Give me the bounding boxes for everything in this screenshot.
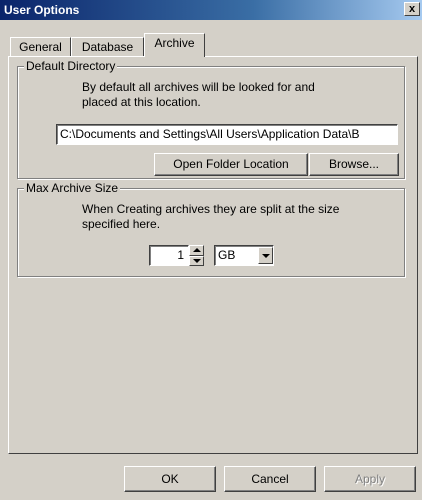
close-icon: x — [408, 3, 416, 15]
window-title: User Options — [4, 3, 80, 17]
max-archive-size-group: Max Archive Size When Creating archives … — [17, 181, 405, 277]
tab-general[interactable]: General — [10, 37, 71, 57]
max-archive-size-description-line2: specified here. — [82, 217, 161, 231]
default-directory-legend: Default Directory — [24, 59, 118, 73]
ok-button[interactable]: OK — [124, 466, 216, 492]
browse-button[interactable]: Browse... — [309, 153, 399, 176]
spin-down-button[interactable] — [189, 256, 204, 266]
default-directory-group: Default Directory By default all archive… — [17, 59, 405, 179]
cancel-button[interactable]: Cancel — [224, 466, 316, 492]
tab-general-label: General — [19, 40, 62, 54]
tab-archive-label: Archive — [154, 36, 195, 50]
spin-up-button[interactable] — [189, 245, 204, 256]
default-directory-path-field[interactable]: C:\Documents and Settings\All Users\Appl… — [56, 124, 398, 145]
title-bar[interactable]: User Options x — [0, 0, 422, 20]
chevron-down-icon — [262, 254, 270, 258]
close-button[interactable]: x — [404, 2, 420, 16]
size-unit-value: GB — [218, 248, 236, 262]
max-archive-size-legend: Max Archive Size — [24, 181, 121, 195]
tab-archive[interactable]: Archive — [144, 33, 205, 57]
tab-database-label: Database — [81, 40, 134, 54]
archive-tab-panel: Default Directory By default all archive… — [8, 56, 418, 454]
spin-up-icon — [193, 248, 201, 252]
archive-size-input[interactable]: 1 — [149, 245, 189, 266]
default-directory-description-line1: By default all archives will be looked f… — [82, 80, 315, 94]
max-archive-size-description-line1: When Creating archives they are split at… — [82, 202, 340, 216]
tab-database[interactable]: Database — [71, 37, 144, 57]
apply-button[interactable]: Apply — [324, 466, 416, 492]
open-folder-location-button[interactable]: Open Folder Location — [154, 153, 308, 176]
size-unit-dropdown-button[interactable] — [258, 247, 273, 264]
default-directory-description-line2: placed at this location. — [82, 95, 201, 109]
spin-down-icon — [193, 259, 201, 263]
